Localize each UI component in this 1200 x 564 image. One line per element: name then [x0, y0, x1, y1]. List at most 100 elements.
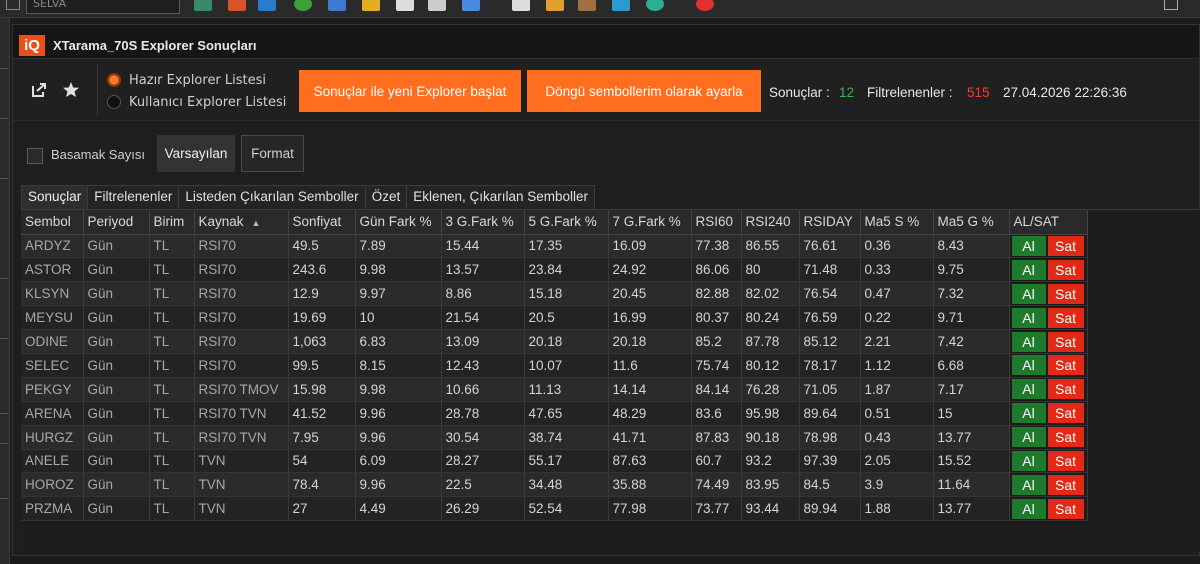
gear-icon[interactable] [646, 0, 664, 11]
bar-chart-icon[interactable] [228, 0, 246, 11]
buy-button[interactable]: Al [1011, 235, 1046, 256]
table-cell: 0.47 [860, 281, 934, 307]
defaults-button[interactable]: Varsayılan [157, 135, 235, 172]
sell-button[interactable]: Sat [1047, 498, 1084, 519]
sell-button[interactable]: Sat [1047, 283, 1084, 304]
buy-button[interactable]: Al [1011, 498, 1046, 519]
sell-button[interactable]: Sat [1047, 474, 1084, 495]
buy-button[interactable]: Al [1011, 427, 1046, 448]
start-new-explorer-button[interactable]: Sonuçlar ile yeni Explorer başlat [299, 70, 521, 112]
col-header-7day-change[interactable]: 7 G.Fark % [608, 210, 692, 235]
circle-icon[interactable] [294, 0, 312, 11]
table-row[interactable]: PEKGY Gün TL RSI70 TMOV 15.98 9.98 10.66 11.13 1… [21, 377, 1088, 402]
buy-button[interactable]: Al [1011, 450, 1046, 471]
sell-button[interactable]: Sat [1047, 307, 1084, 328]
toolbar-checkbox[interactable] [6, 0, 20, 10]
function-icon[interactable] [362, 0, 380, 11]
col-header-ma5g[interactable]: Ma5 G % [933, 210, 1010, 235]
tab-filtered[interactable]: Filtrelenenler [87, 185, 180, 209]
image-icon[interactable] [546, 0, 564, 11]
table-cell: RSI70 TVN [194, 425, 289, 450]
buy-button[interactable]: Al [1011, 403, 1046, 424]
table-row[interactable]: ANELE Gün TL TVN 54 6.09 28.27 55.17 87.63 60.7 93… [21, 449, 1088, 474]
table-cell: 20.18 [524, 329, 609, 354]
buy-button[interactable]: Al [1011, 307, 1046, 328]
table-row[interactable]: PRZMA Gün TL TVN 27 4.49 26.29 52.54 77.98 73.77 9… [21, 496, 1088, 522]
col-header-5day-change[interactable]: 5 G.Fark % [524, 210, 609, 235]
radio-ready-list[interactable]: Hazır Explorer Listesi [107, 71, 266, 89]
table-row[interactable]: HOROZ Gün TL TVN 78.4 9.96 22.5 34.48 35.88 74.49… [21, 472, 1088, 498]
table-cell: 9.71 [933, 305, 1010, 331]
symbol-combo[interactable]: SELVA [26, 0, 180, 14]
buy-button[interactable]: Al [1011, 331, 1046, 352]
col-header-symbol[interactable]: Sembol [21, 210, 84, 235]
sell-button[interactable]: Sat [1047, 331, 1084, 352]
export-icon[interactable] [29, 81, 49, 101]
table-cell: 93.44 [741, 496, 800, 522]
monitor-icon[interactable] [396, 0, 414, 11]
sell-button[interactable]: Sat [1047, 450, 1084, 471]
buy-button[interactable]: Al [1011, 259, 1046, 280]
col-header-buy-sell[interactable]: AL/SAT [1009, 210, 1088, 235]
table-row[interactable]: HURGZ Gün TL RSI70 TVN 7.95 9.96 30.54 38.74 41.… [21, 425, 1088, 450]
table-row[interactable]: ODINE Gün TL RSI70 1,063 6.83 13.09 20.18 20.18 8… [21, 329, 1088, 354]
layers-icon[interactable] [194, 0, 212, 11]
star-settings-icon[interactable] [61, 81, 81, 101]
sell-button[interactable]: Sat [1047, 235, 1084, 256]
buy-button[interactable]: Al [1011, 474, 1046, 495]
buy-button[interactable]: Al [1011, 355, 1046, 376]
sell-button[interactable]: Sat [1047, 259, 1084, 280]
signal-icon[interactable] [612, 0, 630, 11]
table-row[interactable]: ASTOR Gün TL RSI70 243.6 9.98 13.57 23.84 24.92 8… [21, 257, 1088, 283]
radio-ready-list-indicator[interactable] [107, 73, 121, 87]
col-header-rsi240[interactable]: RSI240 [741, 210, 800, 235]
table-cell: 2.21 [860, 329, 934, 354]
close-circle-icon[interactable] [696, 0, 714, 11]
network-icon[interactable] [512, 0, 530, 11]
col-header-source[interactable]: Kaynak ▲ [194, 210, 289, 235]
table-row[interactable]: SELEC Gün TL RSI70 99.5 8.15 12.43 10.07 11.6 75.… [21, 353, 1088, 378]
table-cell: 49.5 [288, 234, 356, 259]
tab-added-removed-symbols[interactable]: Eklenen, Çıkarılan Semboller [406, 185, 596, 209]
table-cell: 7.32 [933, 281, 1010, 307]
sell-button[interactable]: Sat [1047, 355, 1084, 376]
format-button[interactable]: Format [241, 135, 304, 172]
col-header-rsiday[interactable]: RSIDAY [799, 210, 861, 235]
col-header-period[interactable]: Periyod [83, 210, 150, 235]
table-row[interactable]: ARENA Gün TL RSI70 TVN 41.52 9.96 28.78 47.65 48… [21, 401, 1088, 426]
sell-button[interactable]: Sat [1047, 427, 1084, 448]
table-cell: 80.37 [691, 305, 742, 331]
window-restore-icon[interactable] [1164, 0, 1178, 10]
table-cell: 86.55 [741, 234, 800, 259]
digits-checkbox[interactable] [27, 148, 43, 164]
col-header-ma5s[interactable]: Ma5 S % [860, 210, 934, 235]
radio-user-list-indicator[interactable] [107, 95, 121, 109]
tab-summary[interactable]: Özet [364, 185, 408, 209]
box-icon[interactable] [578, 0, 596, 11]
filter-icon[interactable] [462, 0, 480, 11]
buy-button[interactable]: Al [1011, 283, 1046, 304]
table-row[interactable]: MEYSU Gün TL RSI70 19.69 10 21.54 20.5 16.99 80.3… [21, 305, 1088, 331]
buy-button[interactable]: Al [1011, 379, 1046, 400]
explorer-results-window: iQ XTarama_70S Explorer Sonuçları Hazır … [12, 24, 1200, 556]
col-header-rsi60[interactable]: RSI60 [691, 210, 742, 235]
col-header-day-change[interactable]: Gün Fark % [355, 210, 442, 235]
radio-user-list[interactable]: Kullanıcı Explorer Listesi [107, 93, 286, 111]
col-header-last-price[interactable]: Sonfiyat [288, 210, 356, 235]
table-cell: 11.64 [933, 472, 1010, 498]
tab-results[interactable]: Sonuçlar [21, 185, 89, 209]
col-header-3day-change[interactable]: 3 G.Fark % [441, 210, 525, 235]
table-cell: 9.96 [355, 425, 442, 450]
table-cell: KLSYN [21, 281, 84, 307]
document-icon[interactable] [328, 0, 346, 11]
sell-button[interactable]: Sat [1047, 379, 1084, 400]
list-icon[interactable] [428, 0, 446, 11]
tab-removed-symbols[interactable]: Listeden Çıkarılan Semboller [178, 185, 366, 209]
window-icon[interactable] [258, 0, 276, 11]
sell-button[interactable]: Sat [1047, 403, 1084, 424]
table-row[interactable]: KLSYN Gün TL RSI70 12.9 9.97 8.86 15.18 20.45 82.… [21, 281, 1088, 307]
buy-sell-cell: Al Sat [1009, 329, 1088, 354]
col-header-unit[interactable]: Birim [149, 210, 195, 235]
table-row[interactable]: ARDYZ Gün TL RSI70 49.5 7.89 15.44 17.35 16.09 77… [21, 234, 1088, 259]
set-loop-symbols-button[interactable]: Döngü sembollerim olarak ayarla [527, 70, 761, 112]
